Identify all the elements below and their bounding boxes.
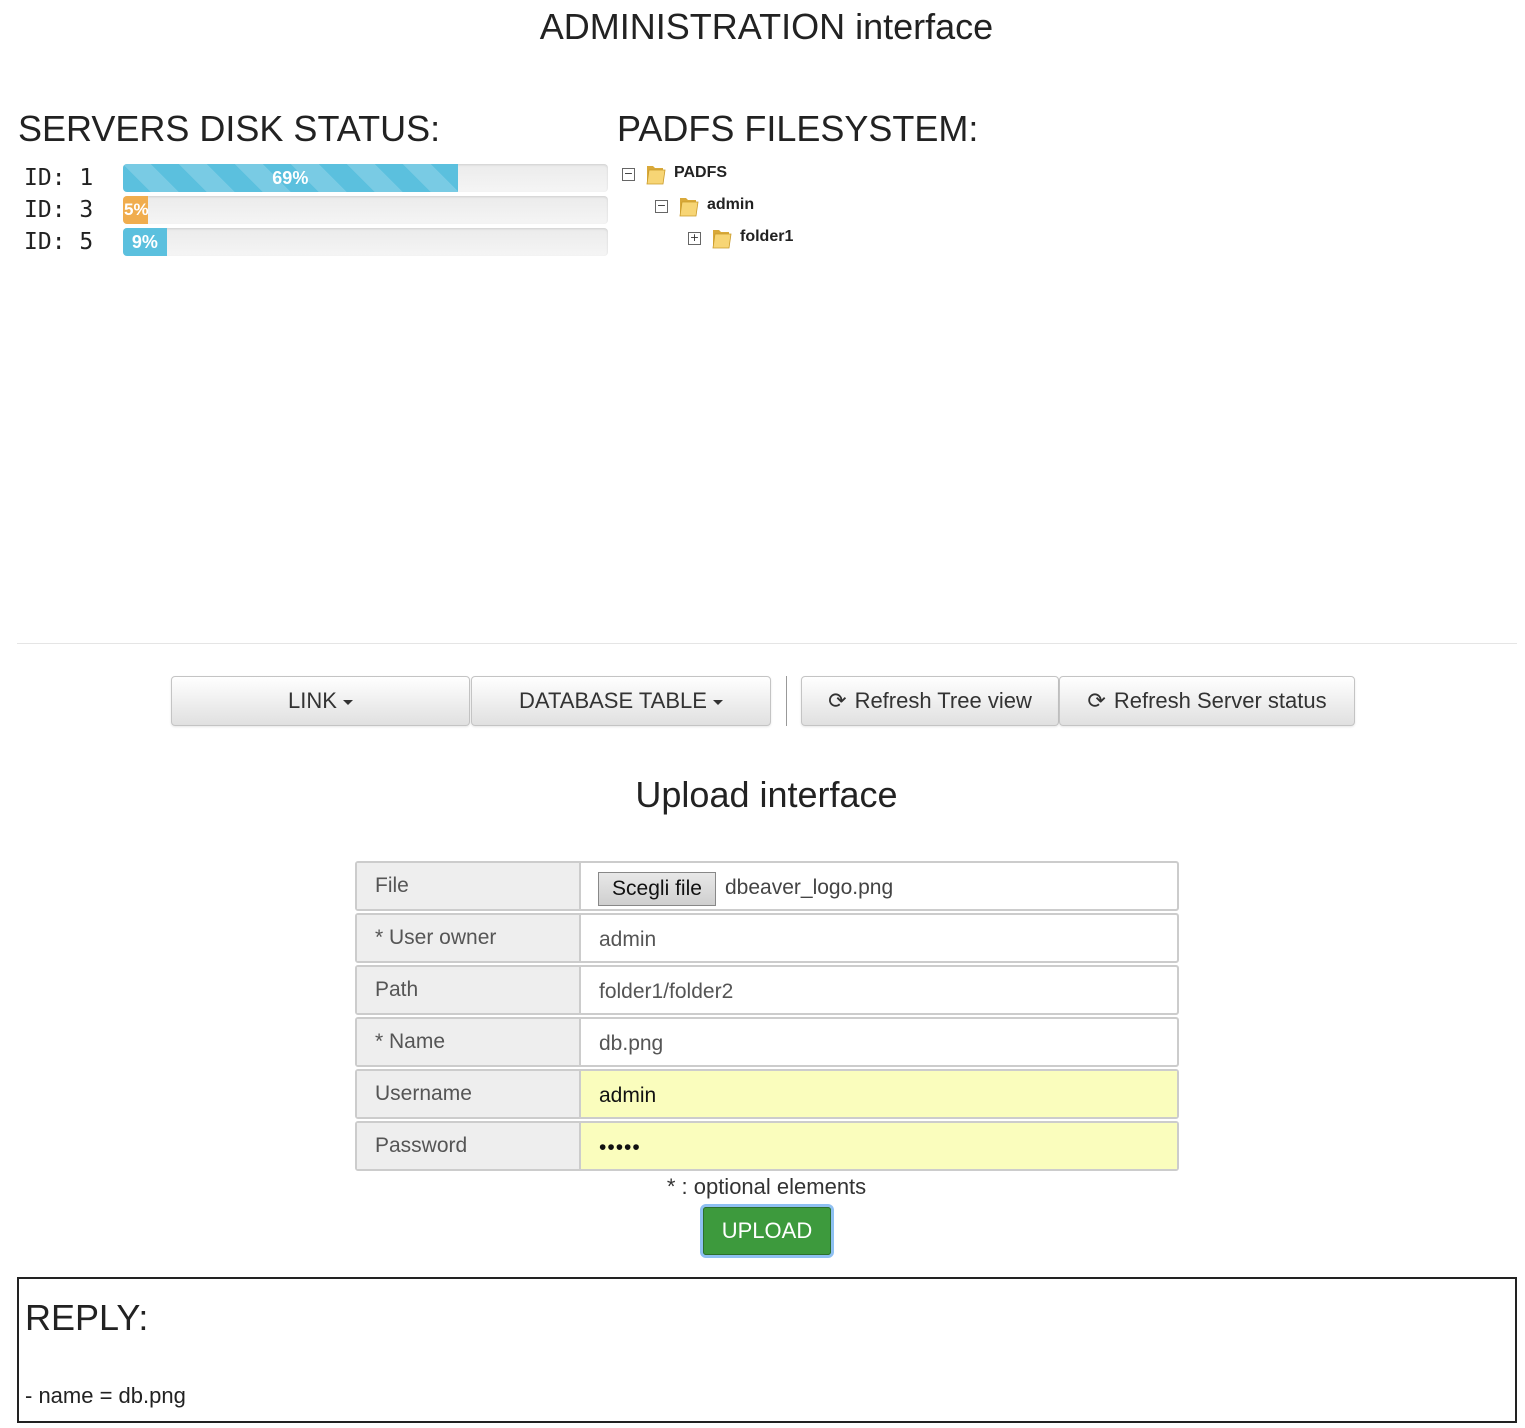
password-label: Password bbox=[357, 1123, 581, 1169]
disk-status-title: SERVERS DISK STATUS: bbox=[18, 108, 441, 149]
disk-progress-fill: 9% bbox=[123, 228, 167, 256]
disk-status-row: ID: 1 69% bbox=[24, 163, 610, 193]
database-table-dropdown-button[interactable]: DATABASE TABLE bbox=[471, 676, 771, 726]
user-owner-input[interactable]: admin bbox=[599, 915, 656, 965]
path-input[interactable]: folder1/folder2 bbox=[599, 967, 733, 1017]
user-owner-row[interactable]: * User owner admin bbox=[355, 913, 1179, 963]
expand-icon[interactable]: + bbox=[688, 232, 701, 245]
disk-progress-fill: 5% bbox=[123, 196, 149, 224]
reply-title: REPLY: bbox=[25, 1297, 149, 1338]
password-input[interactable]: ••••• bbox=[599, 1123, 641, 1173]
disk-progress-bar: 69% bbox=[123, 164, 608, 192]
file-label: File bbox=[357, 863, 581, 909]
disk-status-row: ID: 3 5% bbox=[24, 195, 610, 225]
path-label: Path bbox=[357, 967, 581, 1013]
refresh-icon: ⟳ bbox=[828, 689, 847, 714]
link-button-label: LINK bbox=[288, 688, 337, 713]
upload-button[interactable]: UPLOAD bbox=[700, 1204, 834, 1258]
tree-label[interactable]: PADFS bbox=[674, 162, 727, 184]
name-label: * Name bbox=[357, 1019, 581, 1065]
reply-panel: REPLY: - name = db.png bbox=[17, 1277, 1517, 1423]
name-row[interactable]: * Name db.png bbox=[355, 1017, 1179, 1067]
user-owner-label: * User owner bbox=[357, 915, 581, 961]
tree-node-folder1[interactable]: + folder1 bbox=[686, 226, 886, 254]
tree-label[interactable]: admin bbox=[707, 194, 754, 216]
refresh-tree-label: Refresh Tree view bbox=[854, 688, 1032, 713]
optional-note: * : optional elements bbox=[666, 1174, 867, 1199]
disk-progress-fill: 69% bbox=[123, 164, 458, 192]
collapse-icon[interactable]: − bbox=[655, 200, 668, 213]
disk-progress-bar: 9% bbox=[123, 228, 608, 256]
username-input[interactable]: admin bbox=[599, 1071, 656, 1121]
choose-file-button[interactable]: Scegli file bbox=[598, 872, 716, 906]
server-id-label: ID: 3 bbox=[24, 197, 94, 223]
username-row[interactable]: Username admin bbox=[355, 1069, 1179, 1119]
name-input[interactable]: db.png bbox=[599, 1019, 663, 1069]
password-row[interactable]: Password ••••• bbox=[355, 1121, 1179, 1171]
selected-file-name: dbeaver_logo.png bbox=[725, 876, 894, 899]
tree-label[interactable]: folder1 bbox=[740, 226, 793, 248]
folder-icon bbox=[712, 230, 732, 249]
section-divider bbox=[17, 643, 1517, 644]
upload-title: Upload interface bbox=[635, 774, 898, 815]
reply-body: - name = db.png bbox=[25, 1383, 186, 1408]
caret-down-icon bbox=[712, 699, 723, 705]
refresh-server-label: Refresh Server status bbox=[1113, 688, 1327, 713]
folder-icon bbox=[679, 198, 699, 217]
collapse-icon[interactable]: − bbox=[622, 168, 635, 181]
file-row: File Scegli file dbeaver_logo.png bbox=[355, 861, 1179, 911]
autofill-background bbox=[581, 1071, 1177, 1117]
database-button-label: DATABASE TABLE bbox=[519, 688, 707, 713]
toolbar-separator bbox=[786, 676, 787, 726]
path-row[interactable]: Path folder1/folder2 bbox=[355, 965, 1179, 1015]
disk-progress-bar: 5% bbox=[123, 196, 608, 224]
link-dropdown-button[interactable]: LINK bbox=[171, 676, 470, 726]
folder-icon bbox=[646, 166, 666, 185]
server-id-label: ID: 1 bbox=[24, 165, 94, 191]
server-id-label: ID: 5 bbox=[24, 229, 94, 255]
tree-node-padfs[interactable]: − PADFS bbox=[620, 162, 820, 190]
page-title: ADMINISTRATION interface bbox=[539, 6, 994, 47]
disk-status-row: ID: 5 9% bbox=[24, 227, 610, 257]
caret-down-icon bbox=[342, 699, 353, 705]
tree-node-admin[interactable]: − admin bbox=[653, 194, 853, 222]
refresh-tree-button[interactable]: ⟳ Refresh Tree view bbox=[801, 676, 1059, 726]
refresh-server-button[interactable]: ⟳ Refresh Server status bbox=[1059, 676, 1355, 726]
autofill-background bbox=[581, 1123, 1177, 1169]
filesystem-title: PADFS FILESYSTEM: bbox=[617, 108, 979, 149]
username-label: Username bbox=[357, 1071, 581, 1117]
refresh-icon: ⟳ bbox=[1087, 689, 1106, 714]
